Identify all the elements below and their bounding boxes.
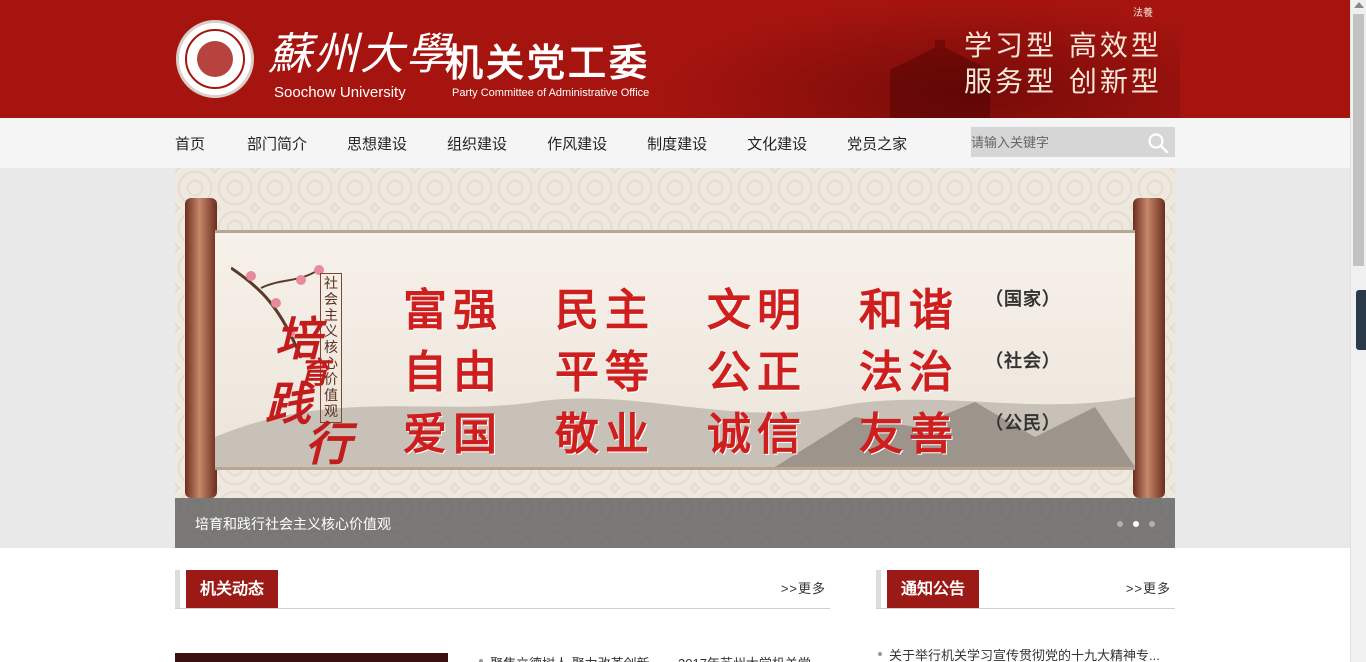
site-header: 蘇州大學 Soochow University 机关党工委 Party Comm… bbox=[0, 0, 1350, 118]
values-row-society: 自由 平等 公正 法治 bbox=[403, 336, 1011, 400]
search-input[interactable] bbox=[971, 127, 1141, 157]
banner-caption-bar: 培育和践行社会主义核心价值观 bbox=[175, 498, 1175, 548]
value-level-label: （社会） bbox=[985, 351, 1061, 372]
value-term: 民主 bbox=[555, 285, 655, 336]
section-accent-bar bbox=[876, 570, 881, 608]
calligraphy-char: 行 bbox=[305, 417, 351, 471]
site-title-cn: 机关党工委 bbox=[445, 40, 651, 85]
slider-dot-1[interactable] bbox=[1117, 521, 1123, 527]
value-level-label: （公民） bbox=[985, 413, 1061, 434]
slogan-line-2: 服务型 创新型 bbox=[964, 65, 1162, 98]
news-item[interactable]: 2017年苏州大学机关党... bbox=[678, 653, 822, 662]
news-section-header: 机关动态 >>更多 bbox=[175, 570, 830, 609]
nav-item-about[interactable]: 部门简介 bbox=[247, 133, 307, 154]
news-item[interactable]: 聚焦立德树人 聚力改革创新 bbox=[490, 653, 650, 662]
scrollbar-thumb[interactable] bbox=[1353, 14, 1364, 266]
university-name-cn: 蘇州大學 bbox=[268, 29, 452, 80]
value-term: 公正 bbox=[707, 347, 807, 398]
value-term: 敬业 bbox=[555, 409, 655, 460]
nav-item-member-home[interactable]: 党员之家 bbox=[847, 133, 907, 154]
news-thumbnail[interactable] bbox=[175, 653, 448, 662]
scroll-roller-right bbox=[1133, 198, 1165, 498]
value-level-label: （国家） bbox=[985, 289, 1061, 310]
search-box bbox=[971, 127, 1175, 157]
nav-item-home[interactable]: 首页 bbox=[175, 133, 205, 154]
bullet-icon bbox=[878, 652, 882, 656]
site-title-en: Party Committee of Administrative Office bbox=[452, 87, 650, 99]
value-term: 富强 bbox=[403, 285, 503, 336]
slider-dots bbox=[1117, 521, 1155, 527]
banner-caption[interactable]: 培育和践行社会主义核心价值观 bbox=[195, 514, 391, 534]
news-section-title[interactable]: 机关动态 bbox=[186, 570, 279, 608]
university-name-en: Soochow University bbox=[274, 84, 406, 101]
value-term: 爱国 bbox=[403, 409, 503, 460]
notice-section-title[interactable]: 通知公告 bbox=[887, 570, 980, 608]
slider-dot-3[interactable] bbox=[1149, 521, 1155, 527]
notice-more-link[interactable]: >>更多 bbox=[1126, 578, 1171, 597]
value-term: 诚信 bbox=[707, 409, 807, 460]
page: 蘇州大學 Soochow University 机关党工委 Party Comm… bbox=[0, 0, 1366, 662]
search-icon[interactable] bbox=[1147, 132, 1169, 154]
scroll-up-arrow-icon[interactable] bbox=[1354, 2, 1364, 8]
nav-item-institution[interactable]: 制度建设 bbox=[647, 133, 707, 154]
values-row-citizen: 爱国 敬业 诚信 友善 bbox=[403, 398, 1011, 462]
notice-section-header: 通知公告 >>更多 bbox=[876, 570, 1175, 609]
slogan-seal: 法養 bbox=[1133, 8, 1153, 19]
notice-item[interactable]: 关于举行机关学习宣传贯彻党的十九大精神专... bbox=[889, 645, 1160, 662]
value-term: 平等 bbox=[555, 347, 655, 398]
side-floating-widget[interactable] bbox=[1356, 290, 1366, 350]
scroll-roller-left bbox=[185, 198, 217, 498]
section-accent-bar bbox=[175, 570, 180, 608]
nav-item-culture[interactable]: 文化建设 bbox=[747, 133, 807, 154]
nav-item-organization[interactable]: 组织建设 bbox=[447, 133, 507, 154]
slogan-line-1: 学习型 高效型 bbox=[964, 29, 1162, 62]
slider-dot-2[interactable] bbox=[1133, 521, 1139, 527]
value-term: 文明 bbox=[707, 285, 807, 336]
values-row-nation: 富强 民主 文明 和谐 bbox=[403, 274, 1011, 338]
news-more-link[interactable]: >>更多 bbox=[781, 578, 826, 597]
university-seal-logo[interactable] bbox=[176, 20, 254, 98]
nav-item-ideology[interactable]: 思想建设 bbox=[347, 133, 407, 154]
seal-core bbox=[197, 41, 233, 77]
nav-list: 首页 部门简介 思想建设 组织建设 作风建设 制度建设 文化建设 党员之家 bbox=[175, 118, 947, 168]
nav-item-conduct[interactable]: 作风建设 bbox=[547, 133, 607, 154]
banner-slider[interactable]: 社会主义核心价值观 培 育 践 行 富强 民主 文明 和谐 （国家） 自由 平等… bbox=[175, 168, 1175, 548]
value-term: 自由 bbox=[403, 347, 503, 398]
